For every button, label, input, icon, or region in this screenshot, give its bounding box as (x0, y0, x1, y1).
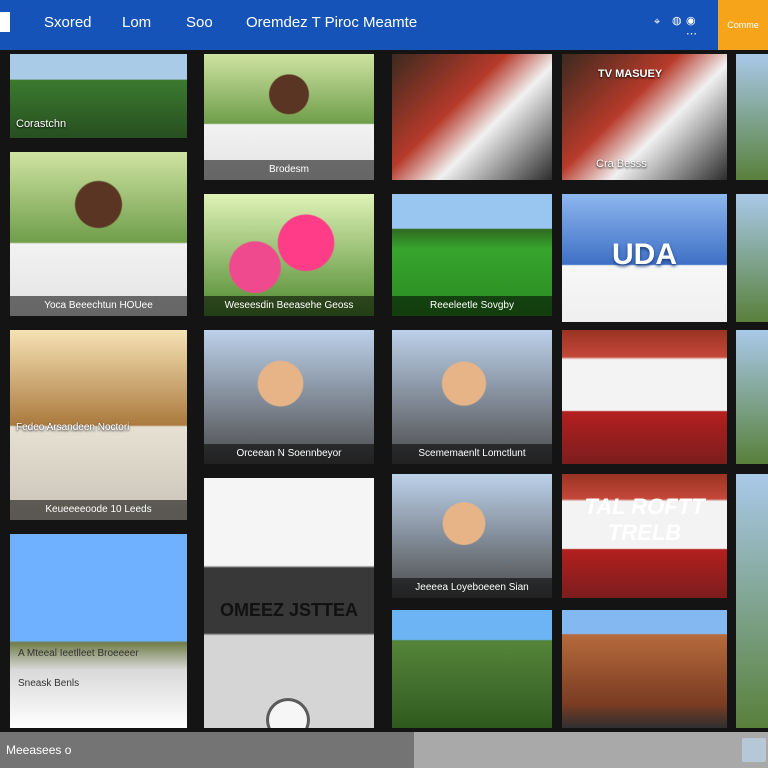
site-logo[interactable] (0, 12, 10, 32)
tile-caption: A Mteeal Ieetlleet Broeeeer (18, 648, 139, 659)
photo-tile-5[interactable]: Yoca Beeechtun HOUee (10, 152, 187, 316)
photo-tile-3[interactable] (392, 54, 552, 180)
tile-image (392, 54, 552, 180)
tile-image (10, 534, 187, 728)
tile-image (736, 330, 768, 464)
photo-tile-13[interactable]: A Mteeal Ieetlleet Broeeeer Sneask Benls (10, 534, 187, 728)
photo-tile-17[interactable]: TAL ROFTT TRELB (562, 474, 727, 598)
tile-image (736, 54, 768, 180)
tile-subcaption: Sneask Benls (18, 678, 80, 689)
avatar[interactable] (742, 738, 766, 762)
nav-link-4[interactable]: Oremdez T Piroc Meamte (246, 14, 417, 31)
photo-tile-7[interactable]: Reeeleetle Sovgby (392, 194, 552, 316)
top-navigation-bar: Sxored Lom Soo Oremdez T Piroc Meamte ⌖ … (0, 0, 768, 50)
photo-tile-edge-3[interactable] (736, 330, 768, 464)
photo-tile-9[interactable]: Fedeo Arsandeen Noctori Keueeeeoode 10 L… (10, 330, 187, 520)
tile-caption: Orceean N Soennbeyor (204, 444, 374, 464)
tile-logo-text: OMEEZ JSTTEA (219, 600, 358, 620)
tile-image (562, 330, 727, 464)
tile-caption: Scememaenlt Lomctlunt (392, 444, 552, 464)
photo-tile-15[interactable]: Jeeeea Loyeboeeen Sian (392, 474, 552, 598)
photo-tile-edge-2[interactable] (736, 194, 768, 322)
photo-tile-8[interactable]: UDA (562, 194, 727, 322)
photo-tile-edge-4[interactable] (736, 474, 768, 728)
footer-bar: Meeasees o (0, 732, 768, 768)
tile-caption: TV MASUEY (598, 68, 663, 80)
photo-tile-10[interactable]: Orceean N Soennbeyor (204, 330, 374, 464)
nav-link-2[interactable]: Lom (122, 14, 151, 31)
globe-icon[interactable]: ◍ (672, 14, 682, 27)
tile-image (736, 194, 768, 322)
photo-tile-16[interactable] (392, 610, 552, 728)
tile-caption: Weseesdin Beeasehe Geoss (204, 296, 374, 316)
tile-subcaption: Cra Besss (596, 158, 647, 170)
tile-image (392, 610, 552, 728)
tile-caption: Corastchn (16, 118, 67, 130)
tile-caption: Reeeleetle Sovgby (392, 296, 552, 316)
tile-caption: Yoca Beeechtun HOUee (10, 296, 187, 316)
nav-link-3[interactable]: Soo (186, 14, 213, 31)
tile-image (736, 474, 768, 728)
tile-caption: Jeeeea Loyeboeeen Sian (392, 578, 552, 598)
photo-tile-6[interactable]: Weseesdin Beeasehe Geoss (204, 194, 374, 316)
user-icon[interactable]: ◉ (686, 14, 696, 27)
tile-image (562, 610, 727, 728)
tile-logo-text: UDA (612, 238, 677, 271)
cta-button[interactable]: Comme (718, 0, 768, 50)
tile-subcaption: Keueeeeoode 10 Leeds (10, 500, 187, 520)
tile-image (10, 152, 187, 316)
tile-caption: Brodesm (204, 160, 374, 180)
photo-tile-18[interactable] (562, 610, 727, 728)
footer-label[interactable]: Meeasees o (6, 743, 71, 757)
photo-tile-14[interactable]: OMEEZ JSTTEA (204, 478, 374, 728)
photo-tile-12[interactable] (562, 330, 727, 464)
settings-icon[interactable]: ⋯ (686, 27, 697, 40)
location-pin-icon[interactable]: ⌖ (654, 16, 660, 29)
tile-logo-text: TAL ROFTT TRELB (584, 494, 705, 545)
photo-tile-4[interactable]: TV MASUEY Cra Besss (562, 54, 727, 180)
photo-tile-edge-1[interactable] (736, 54, 768, 180)
photo-tile-1[interactable]: Corastchn (10, 54, 187, 138)
nav-link-1[interactable]: Sxored (44, 14, 92, 31)
header-icons: ⌖ ◍ ◉ ⋯ (652, 10, 700, 40)
photo-tile-11[interactable]: Scememaenlt Lomctlunt (392, 330, 552, 464)
photo-tile-2[interactable]: Brodesm (204, 54, 374, 180)
photo-grid: Corastchn Brodesm TV MASUEY Cra Besss Yo… (0, 50, 768, 732)
tile-caption: Fedeo Arsandeen Noctori (16, 422, 130, 433)
